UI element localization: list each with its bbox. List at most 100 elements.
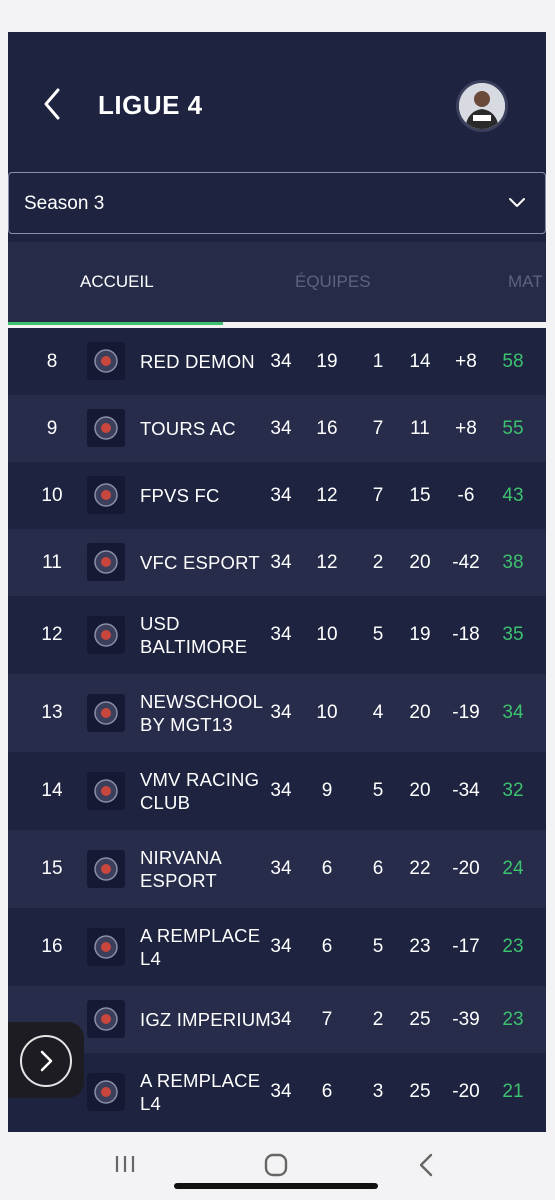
rank-cell: 16 [41, 936, 63, 957]
rank-cell: 11 [42, 551, 62, 573]
table-row[interactable]: IGZ IMPERIUM 34 7 2 25 -39 23 [8, 986, 546, 1053]
team-name-cell: VMV RACING CLUB [140, 752, 270, 830]
back-button[interactable] [38, 84, 68, 124]
team-name: USD BALTIMORE [140, 612, 247, 658]
season-value: Season 3 [24, 193, 105, 214]
team-name: NEWSCHOOL BY MGT13 [140, 690, 263, 736]
recent-apps-icon[interactable] [113, 1152, 137, 1176]
team-name-line: VFC ESPORT [140, 552, 260, 573]
goal-diff-cell: -19 [452, 702, 480, 723]
table-row[interactable]: 15 NIRVANA ESPORT 34 6 6 22 -20 24 [8, 830, 546, 908]
losses-cell: 20 [409, 551, 431, 573]
points-cell: 43 [502, 484, 524, 506]
wins-cell: 12 [316, 484, 338, 506]
rank-cell: 14 [41, 780, 63, 801]
draws-cell: 7 [372, 417, 384, 439]
table-row[interactable]: 8 RED DEMON 34 19 1 14 +8 58 [8, 328, 546, 395]
table-row[interactable]: 16 A REMPLACE L4 34 6 5 23 -17 23 [8, 908, 546, 986]
team-name-line: VMV RACING [140, 769, 260, 790]
played-cell: 34 [270, 702, 292, 723]
points-cell: 32 [502, 780, 524, 801]
team-name: A REMPLACE L4 [140, 1069, 260, 1115]
points-cell: 34 [502, 702, 524, 723]
draws-cell: 7 [372, 484, 384, 506]
table-row[interactable]: 10 FPVS FC 34 12 7 15 -6 43 [8, 462, 546, 529]
table-row[interactable]: 9 TOURS AC 34 16 7 11 +8 55 [8, 395, 546, 462]
team-name: NIRVANA ESPORT [140, 846, 222, 892]
played-cell: 34 [270, 858, 292, 879]
draws-cell: 5 [372, 936, 384, 957]
goal-diff-cell: -42 [452, 551, 480, 573]
wins-cell: 19 [316, 350, 338, 372]
red-demon-logo [87, 342, 125, 380]
expand-button[interactable] [8, 1022, 84, 1098]
draws-cell: 5 [372, 624, 384, 645]
team-name: A REMPLACE L4 [140, 924, 260, 970]
played-cell: 34 [270, 551, 292, 573]
team-name-line: RED DEMON [140, 351, 255, 372]
team-name: IGZ IMPERIUM [140, 1008, 271, 1031]
losses-cell: 11 [410, 417, 430, 439]
team-name-line: NEWSCHOOL [140, 691, 264, 712]
team-name-cell: VFC ESPORT [140, 529, 270, 596]
wins-cell: 10 [316, 702, 338, 723]
team-name-line: TOURS AC [140, 418, 236, 439]
team-name-line: A REMPLACE [140, 1070, 261, 1091]
team-name-line: BY MGT13 [140, 714, 233, 735]
table-row[interactable]: 14 VMV RACING CLUB 34 9 5 20 -34 32 [8, 752, 546, 830]
tab-equipes[interactable]: ÉQUIPES [295, 272, 371, 292]
user-avatar[interactable] [456, 80, 508, 132]
played-cell: 34 [270, 417, 292, 439]
page-title: LIGUE 4 [98, 90, 203, 120]
back-icon[interactable] [416, 1152, 436, 1178]
tours-ac-logo [87, 409, 125, 447]
losses-cell: 22 [409, 858, 431, 879]
vmv-racing-logo [87, 772, 125, 810]
goal-diff-cell: -34 [452, 780, 480, 801]
goal-diff-cell: -39 [452, 1008, 480, 1030]
team-name: RED DEMON [140, 350, 255, 373]
wins-cell: 6 [321, 1081, 333, 1102]
team-name-line: L4 [140, 948, 161, 969]
draws-cell: 1 [372, 350, 384, 372]
played-cell: 34 [270, 624, 292, 645]
losses-cell: 19 [409, 624, 431, 645]
table-row[interactable]: 13 NEWSCHOOL BY MGT13 34 10 4 20 -19 34 [8, 674, 546, 752]
table-row[interactable]: 12 USD BALTIMORE 34 10 5 19 -18 35 [8, 596, 546, 674]
team-name-cell: RED DEMON [140, 328, 270, 395]
team-name-cell: A REMPLACE L4 [140, 1053, 270, 1131]
tab-matchs[interactable]: MAT [508, 272, 543, 292]
a-remplace-logo [87, 1073, 125, 1111]
goal-diff-cell: -18 [452, 624, 480, 645]
home-icon[interactable] [263, 1152, 289, 1178]
igz-imperium-logo [87, 1000, 125, 1038]
tab-accueil[interactable]: ACCUEIL [80, 272, 154, 292]
team-name-cell: NIRVANA ESPORT [140, 830, 270, 908]
team-name-cell: NEWSCHOOL BY MGT13 [140, 674, 270, 752]
goal-diff-cell: -20 [452, 858, 480, 879]
season-select[interactable]: Season 3 [8, 172, 546, 234]
chevron-right-icon [40, 1050, 53, 1072]
losses-cell: 20 [409, 702, 431, 723]
losses-cell: 25 [409, 1081, 431, 1102]
header: LIGUE 4 [8, 32, 546, 172]
goal-diff-cell: -6 [457, 484, 475, 506]
tab-bar: ACCUEIL ÉQUIPES MAT [8, 242, 546, 322]
wins-cell: 6 [321, 858, 333, 879]
played-cell: 34 [270, 780, 292, 801]
wins-cell: 7 [321, 1008, 333, 1030]
team-name-line: USD [140, 613, 180, 634]
losses-cell: 20 [409, 780, 431, 801]
team-name-line: CLUB [140, 792, 191, 813]
table-row[interactable]: 11 VFC ESPORT 34 12 2 20 -42 38 [8, 529, 546, 596]
team-name-cell: TOURS AC [140, 395, 270, 462]
rank-cell: 10 [41, 484, 63, 506]
rank-cell: 12 [41, 624, 63, 645]
usd-baltimore-logo [87, 616, 125, 654]
chevron-down-icon [509, 198, 525, 207]
losses-cell: 14 [409, 350, 431, 372]
wins-cell: 16 [316, 417, 338, 439]
table-row[interactable]: 18A REMPLACEL4346325-2021 [8, 1053, 546, 1131]
draws-cell: 2 [372, 551, 384, 573]
system-nav-bar [0, 1132, 555, 1200]
